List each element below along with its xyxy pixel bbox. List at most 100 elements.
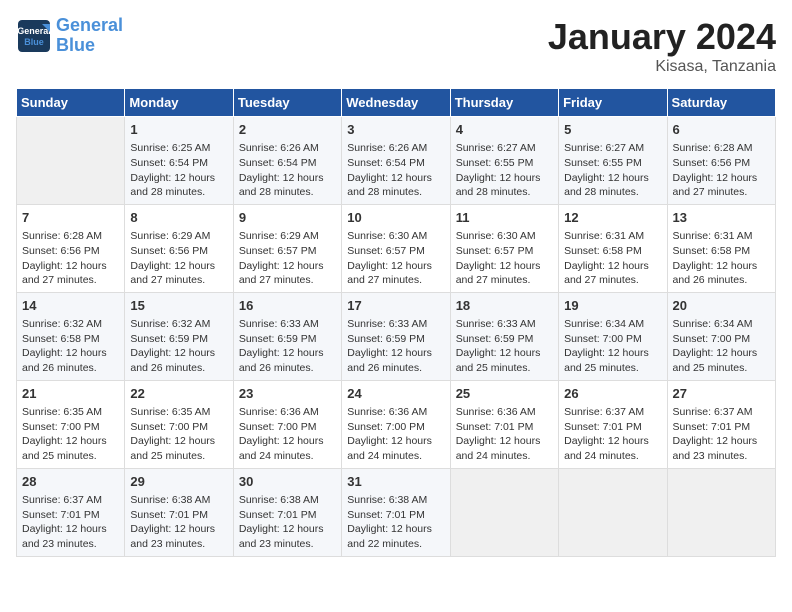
day-content: Sunrise: 6:33 AM Sunset: 6:59 PM Dayligh… <box>239 317 336 376</box>
day-number: 24 <box>347 385 444 403</box>
day-number: 18 <box>456 297 553 315</box>
calendar-cell: 19 Sunrise: 6:34 AM Sunset: 7:00 PM Dayli… <box>559 292 667 380</box>
day-number: 28 <box>22 473 119 491</box>
day-content: Sunrise: 6:26 AM Sunset: 6:54 PM Dayligh… <box>347 141 444 200</box>
day-number: 4 <box>456 121 553 139</box>
day-content: Sunrise: 6:25 AM Sunset: 6:54 PM Dayligh… <box>130 141 227 200</box>
logo-line1: General <box>56 15 123 35</box>
day-number: 16 <box>239 297 336 315</box>
page-header: General Blue General Blue January 2024 K… <box>16 16 776 76</box>
logo: General Blue General Blue <box>16 16 123 56</box>
header-wednesday: Wednesday <box>342 89 450 117</box>
day-content: Sunrise: 6:38 AM Sunset: 7:01 PM Dayligh… <box>239 493 336 552</box>
day-content: Sunrise: 6:26 AM Sunset: 6:54 PM Dayligh… <box>239 141 336 200</box>
header-saturday: Saturday <box>667 89 775 117</box>
day-number: 3 <box>347 121 444 139</box>
calendar-cell: 21 Sunrise: 6:35 AM Sunset: 7:00 PM Dayli… <box>17 380 125 468</box>
day-content: Sunrise: 6:28 AM Sunset: 6:56 PM Dayligh… <box>22 229 119 288</box>
day-number: 5 <box>564 121 661 139</box>
calendar-cell: 1 Sunrise: 6:25 AM Sunset: 6:54 PM Daylig… <box>125 117 233 205</box>
day-content: Sunrise: 6:36 AM Sunset: 7:00 PM Dayligh… <box>347 405 444 464</box>
header-thursday: Thursday <box>450 89 558 117</box>
day-content: Sunrise: 6:34 AM Sunset: 7:00 PM Dayligh… <box>564 317 661 376</box>
day-number: 6 <box>673 121 770 139</box>
calendar-cell: 27Sunrise: 6:37 AM Sunset: 7:01 PM Dayli… <box>667 380 775 468</box>
calendar-cell: 7 Sunrise: 6:28 AM Sunset: 6:56 PM Daylig… <box>17 204 125 292</box>
day-content: Sunrise: 6:33 AM Sunset: 6:59 PM Dayligh… <box>347 317 444 376</box>
day-content: Sunrise: 6:31 AM Sunset: 6:58 PM Dayligh… <box>564 229 661 288</box>
day-number: 17 <box>347 297 444 315</box>
header-tuesday: Tuesday <box>233 89 341 117</box>
day-number: 9 <box>239 209 336 227</box>
calendar-cell: 2 Sunrise: 6:26 AM Sunset: 6:54 PM Daylig… <box>233 117 341 205</box>
day-content: Sunrise: 6:31 AM Sunset: 6:58 PM Dayligh… <box>673 229 770 288</box>
day-number: 25 <box>456 385 553 403</box>
header-sunday: Sunday <box>17 89 125 117</box>
week-row: 28 Sunrise: 6:37 AM Sunset: 7:01 PM Dayli… <box>17 468 776 556</box>
day-content: Sunrise: 6:35 AM Sunset: 7:00 PM Dayligh… <box>130 405 227 464</box>
calendar-cell: 13 Sunrise: 6:31 AM Sunset: 6:58 PM Dayli… <box>667 204 775 292</box>
day-content: Sunrise: 6:32 AM Sunset: 6:59 PM Dayligh… <box>130 317 227 376</box>
day-number: 19 <box>564 297 661 315</box>
calendar-header: SundayMondayTuesdayWednesdayThursdayFrid… <box>17 89 776 117</box>
day-content: Sunrise: 6:27 AM Sunset: 6:55 PM Dayligh… <box>456 141 553 200</box>
header-friday: Friday <box>559 89 667 117</box>
logo-line2: Blue <box>56 35 95 55</box>
day-content: Sunrise: 6:32 AM Sunset: 6:58 PM Dayligh… <box>22 317 119 376</box>
day-content: Sunrise: 6:37 AM Sunset: 7:01 PM Dayligh… <box>673 405 770 464</box>
calendar-cell: 12 Sunrise: 6:31 AM Sunset: 6:58 PM Dayli… <box>559 204 667 292</box>
calendar-cell: 26Sunrise: 6:37 AM Sunset: 7:01 PM Dayli… <box>559 380 667 468</box>
day-content: Sunrise: 6:27 AM Sunset: 6:55 PM Dayligh… <box>564 141 661 200</box>
location: Kisasa, Tanzania <box>548 58 776 76</box>
calendar-cell: 6Sunrise: 6:28 AM Sunset: 6:56 PM Daylig… <box>667 117 775 205</box>
calendar-cell <box>559 468 667 556</box>
calendar-cell: 5 Sunrise: 6:27 AM Sunset: 6:55 PM Daylig… <box>559 117 667 205</box>
week-row: 1 Sunrise: 6:25 AM Sunset: 6:54 PM Daylig… <box>17 117 776 205</box>
day-content: Sunrise: 6:36 AM Sunset: 7:00 PM Dayligh… <box>239 405 336 464</box>
day-content: Sunrise: 6:36 AM Sunset: 7:01 PM Dayligh… <box>456 405 553 464</box>
calendar-cell: 4 Sunrise: 6:27 AM Sunset: 6:55 PM Daylig… <box>450 117 558 205</box>
title-section: January 2024 Kisasa, Tanzania <box>548 16 776 76</box>
day-number: 22 <box>130 385 227 403</box>
day-content: Sunrise: 6:29 AM Sunset: 6:56 PM Dayligh… <box>130 229 227 288</box>
day-number: 7 <box>22 209 119 227</box>
day-number: 12 <box>564 209 661 227</box>
day-number: 15 <box>130 297 227 315</box>
calendar-cell: 23 Sunrise: 6:36 AM Sunset: 7:00 PM Dayli… <box>233 380 341 468</box>
calendar-cell: 29Sunrise: 6:38 AM Sunset: 7:01 PM Dayli… <box>125 468 233 556</box>
day-number: 21 <box>22 385 119 403</box>
calendar-cell: 3 Sunrise: 6:26 AM Sunset: 6:54 PM Daylig… <box>342 117 450 205</box>
day-number: 10 <box>347 209 444 227</box>
day-number: 2 <box>239 121 336 139</box>
day-number: 23 <box>239 385 336 403</box>
calendar-cell: 24 Sunrise: 6:36 AM Sunset: 7:00 PM Dayli… <box>342 380 450 468</box>
calendar-cell <box>667 468 775 556</box>
calendar-cell: 28 Sunrise: 6:37 AM Sunset: 7:01 PM Dayli… <box>17 468 125 556</box>
day-number: 31 <box>347 473 444 491</box>
calendar-cell: 10 Sunrise: 6:30 AM Sunset: 6:57 PM Dayli… <box>342 204 450 292</box>
day-content: Sunrise: 6:37 AM Sunset: 7:01 PM Dayligh… <box>22 493 119 552</box>
day-content: Sunrise: 6:38 AM Sunset: 7:01 PM Dayligh… <box>347 493 444 552</box>
calendar-cell <box>17 117 125 205</box>
calendar-cell: 30 Sunrise: 6:38 AM Sunset: 7:01 PM Dayli… <box>233 468 341 556</box>
logo-icon: General Blue <box>16 18 52 54</box>
calendar-table: SundayMondayTuesdayWednesdayThursdayFrid… <box>16 88 776 557</box>
calendar-cell: 14 Sunrise: 6:32 AM Sunset: 6:58 PM Dayli… <box>17 292 125 380</box>
day-content: Sunrise: 6:35 AM Sunset: 7:00 PM Dayligh… <box>22 405 119 464</box>
calendar-cell <box>450 468 558 556</box>
day-number: 1 <box>130 121 227 139</box>
header-monday: Monday <box>125 89 233 117</box>
day-content: Sunrise: 6:30 AM Sunset: 6:57 PM Dayligh… <box>456 229 553 288</box>
week-row: 7 Sunrise: 6:28 AM Sunset: 6:56 PM Daylig… <box>17 204 776 292</box>
week-row: 14 Sunrise: 6:32 AM Sunset: 6:58 PM Dayli… <box>17 292 776 380</box>
day-number: 29 <box>130 473 227 491</box>
day-number: 11 <box>456 209 553 227</box>
calendar-cell: 31 Sunrise: 6:38 AM Sunset: 7:01 PM Dayli… <box>342 468 450 556</box>
calendar-cell: 8Sunrise: 6:29 AM Sunset: 6:56 PM Daylig… <box>125 204 233 292</box>
day-number: 14 <box>22 297 119 315</box>
calendar-cell: 9Sunrise: 6:29 AM Sunset: 6:57 PM Daylig… <box>233 204 341 292</box>
day-content: Sunrise: 6:30 AM Sunset: 6:57 PM Dayligh… <box>347 229 444 288</box>
day-number: 30 <box>239 473 336 491</box>
day-number: 13 <box>673 209 770 227</box>
week-row: 21 Sunrise: 6:35 AM Sunset: 7:00 PM Dayli… <box>17 380 776 468</box>
